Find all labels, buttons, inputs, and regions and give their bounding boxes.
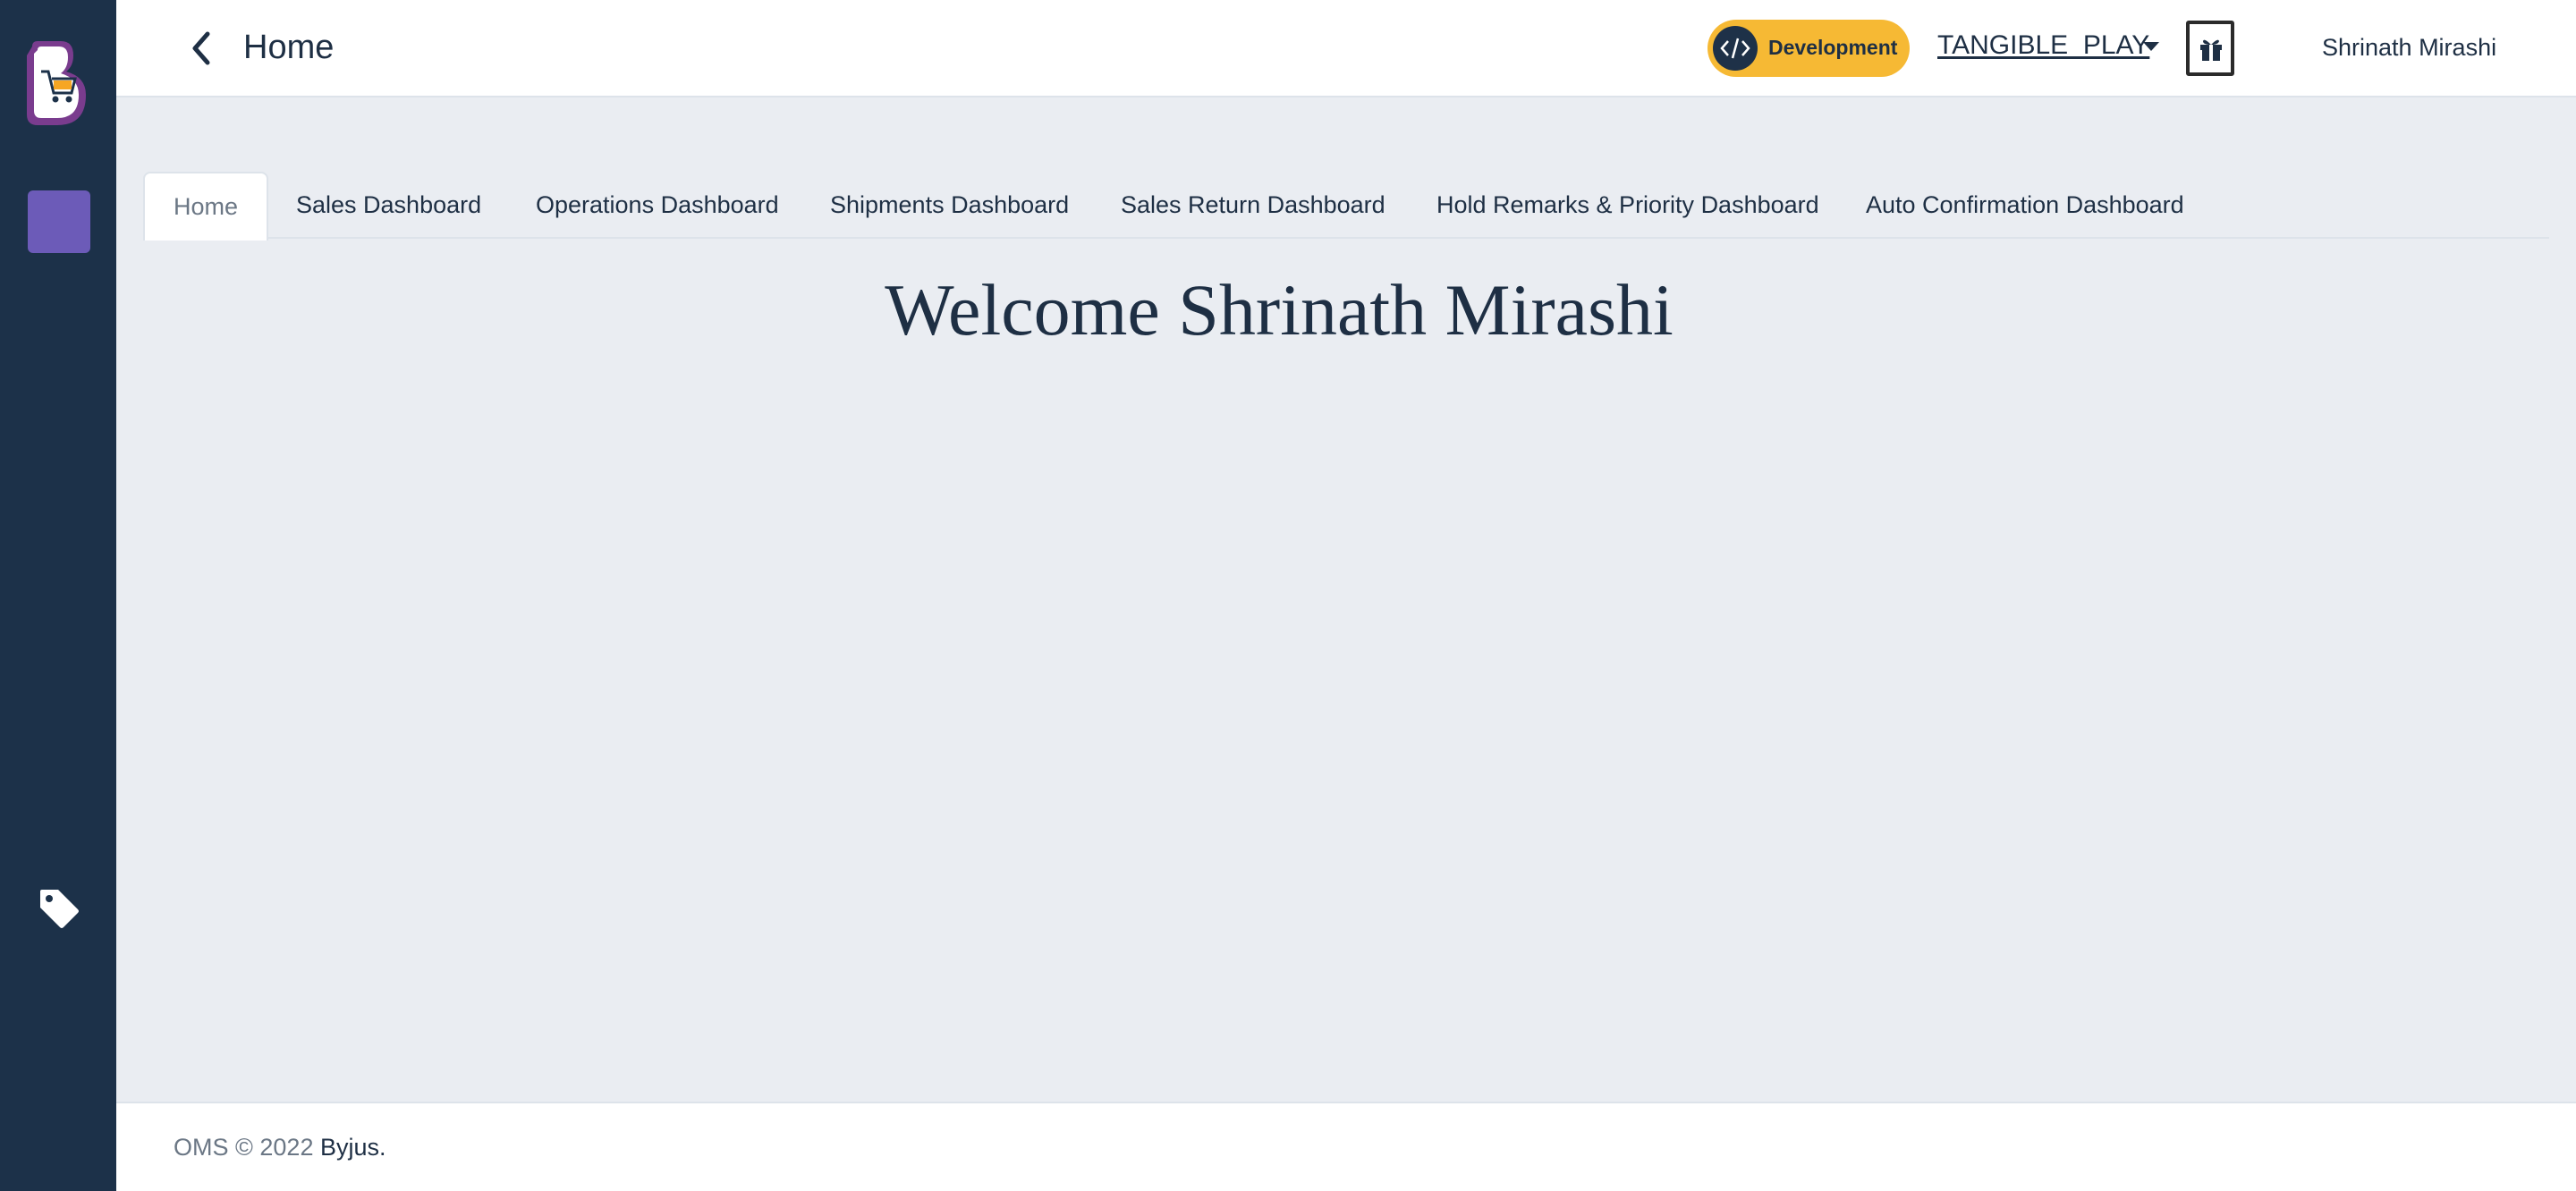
footer-brand-link[interactable]: Byjus. xyxy=(320,1134,386,1161)
top-header: Home Development TANGIBLE_PLAY Shrinath … xyxy=(116,0,2576,97)
footer: OMS © 2022 Byjus. xyxy=(116,1102,2576,1191)
tab-home[interactable]: Home xyxy=(143,172,269,241)
tag-icon[interactable] xyxy=(38,888,80,929)
tab-sales-dashboard[interactable]: Sales Dashboard xyxy=(296,172,481,239)
tab-operations-dashboard[interactable]: Operations Dashboard xyxy=(536,172,779,239)
gift-icon xyxy=(2200,39,2222,61)
caret-down-icon[interactable] xyxy=(2143,42,2159,51)
environment-label: Development xyxy=(1768,36,1898,59)
tab-auto-confirmation-dashboard[interactable]: Auto Confirmation Dashboard xyxy=(1866,172,2184,239)
dashboard-tabs: Home Sales Dashboard Operations Dashboar… xyxy=(143,172,2549,241)
environment-badge[interactable]: Development xyxy=(1707,20,1910,77)
tab-sales-return-dashboard[interactable]: Sales Return Dashboard xyxy=(1121,172,1385,239)
welcome-heading: Welcome Shrinath Mirashi xyxy=(885,269,1674,351)
organization-selector[interactable]: TANGIBLE_PLAY xyxy=(1937,30,2149,61)
sidebar xyxy=(0,0,116,1191)
copyright-text: OMS © 2022 xyxy=(174,1134,314,1161)
chevron-left-icon[interactable] xyxy=(188,30,215,66)
footer-copyright: OMS © 2022 Byjus. xyxy=(174,1134,386,1161)
app-logo-icon[interactable] xyxy=(21,39,95,129)
sidebar-menu-item[interactable] xyxy=(28,190,90,253)
gift-button[interactable] xyxy=(2186,21,2234,76)
user-name[interactable]: Shrinath Mirashi xyxy=(2322,34,2496,62)
tab-hold-remarks-priority-dashboard[interactable]: Hold Remarks & Priority Dashboard xyxy=(1436,172,1819,239)
page-title: Home xyxy=(243,29,335,66)
code-icon xyxy=(1713,26,1758,71)
tab-shipments-dashboard[interactable]: Shipments Dashboard xyxy=(830,172,1069,239)
